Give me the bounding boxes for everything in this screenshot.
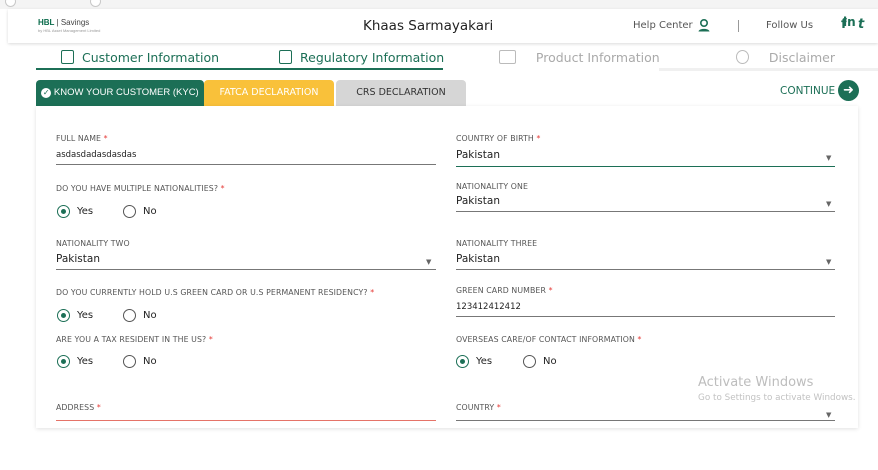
- country-select[interactable]: [456, 406, 816, 418]
- address-input[interactable]: [56, 406, 436, 418]
- nationality-one-label: NATIONALITY ONE: [456, 182, 528, 191]
- chevron-down-icon[interactable]: ▼: [826, 154, 831, 162]
- tab-product-information[interactable]: Product Information: [499, 44, 679, 69]
- green-card-number-underline: [456, 316, 835, 317]
- tax-resident-yes-radio[interactable]: [57, 355, 70, 368]
- green-card-no-radio[interactable]: [123, 309, 136, 322]
- green-card-number-input[interactable]: 123412412412: [456, 302, 521, 312]
- full-name-underline: [56, 164, 436, 165]
- nationality-three-underline: [456, 269, 835, 270]
- country-of-birth-select[interactable]: Pakistan: [456, 149, 500, 161]
- chevron-down-icon[interactable]: ▼: [826, 200, 831, 208]
- full-name-input[interactable]: asdasdadasdasdas: [56, 150, 136, 160]
- full-name-label: FULL NAME *: [56, 134, 108, 143]
- nationality-two-underline: [56, 269, 436, 270]
- chevron-down-icon[interactable]: ▼: [426, 258, 431, 266]
- country-underline: [456, 420, 835, 421]
- info-icon: [736, 50, 749, 64]
- nationality-one-underline: [456, 211, 835, 212]
- nationality-two-select[interactable]: Pakistan: [56, 253, 100, 265]
- arrow-right-icon: ➜: [843, 83, 854, 98]
- multiple-nationalities-no-radio[interactable]: [123, 205, 136, 218]
- radio-no-label: No: [143, 310, 157, 321]
- app-title: Khaas Sarmayakari: [363, 18, 494, 34]
- tax-resident-label: ARE YOU A TAX RESIDENT IN THE US? *: [56, 335, 213, 344]
- country-of-birth-label: COUNTRY OF BIRTH *: [456, 134, 541, 143]
- address-underline: [56, 420, 436, 421]
- check-circle-icon: ✓: [41, 88, 52, 98]
- subtab-crs[interactable]: CRS DECLARATION: [336, 80, 466, 106]
- multiple-nationalities-yes-radio[interactable]: [57, 205, 70, 218]
- nationality-three-select[interactable]: Pakistan: [456, 253, 500, 265]
- header-divider: [738, 20, 739, 32]
- continue-arrow-button[interactable]: ➜: [838, 80, 859, 101]
- support-agent-icon[interactable]: [697, 18, 711, 32]
- app-header: HBL | Savings by HBL Asset Management Li…: [8, 9, 878, 43]
- id-card-icon: [499, 50, 516, 64]
- overseas-contact-no-radio[interactable]: [523, 355, 536, 368]
- nationality-three-label: NATIONALITY THREE: [456, 239, 538, 248]
- window-control-icon[interactable]: [90, 0, 101, 7]
- overseas-contact-label: OVERSEAS CARE/OF CONTACT INFORMATION *: [456, 335, 642, 344]
- radio-yes-label: Yes: [77, 206, 94, 217]
- continue-label[interactable]: CONTINUE: [780, 85, 835, 97]
- overseas-contact-yes-radio[interactable]: [456, 355, 469, 368]
- green-card-number-label: GREEN CARD NUMBER *: [456, 286, 553, 295]
- tab-customer-information[interactable]: Customer Information: [61, 44, 271, 69]
- subtab-fatca[interactable]: FATCA DECLARATION: [204, 80, 334, 106]
- clipboard-icon: [61, 50, 74, 64]
- nationality-two-label: NATIONALITY TWO: [56, 239, 130, 248]
- main-step-tabs: Customer Information Regulatory Informat…: [36, 44, 878, 71]
- follow-us-label: Follow Us: [766, 20, 814, 31]
- browser-top-strip: [0, 0, 878, 9]
- chevron-down-icon[interactable]: ▼: [826, 411, 831, 419]
- radio-yes-label: Yes: [77, 310, 94, 321]
- tab-regulatory-information[interactable]: Regulatory Information: [279, 44, 459, 69]
- nationality-one-select[interactable]: Pakistan: [456, 195, 500, 207]
- multiple-nationalities-label: DO YOU HAVE MULTIPLE NATIONALITIES? *: [56, 184, 225, 193]
- radio-no-label: No: [143, 206, 157, 217]
- window-control-icon[interactable]: [5, 0, 16, 7]
- radio-no-label: No: [543, 356, 557, 367]
- subtab-kyc[interactable]: ✓ KNOW YOUR CUSTOMER (KYC): [36, 80, 204, 106]
- chevron-down-icon[interactable]: ▼: [826, 258, 831, 266]
- green-card-yes-radio[interactable]: [57, 309, 70, 322]
- radio-no-label: No: [143, 356, 157, 367]
- activate-windows-subtitle: Go to Settings to activate Windows.: [698, 393, 856, 403]
- country-of-birth-underline: [456, 166, 835, 167]
- hbl-savings-logo[interactable]: HBL | Savings by HBL Asset Management Li…: [38, 18, 100, 33]
- tab-shadow-bar: [659, 68, 878, 71]
- radio-yes-label: Yes: [77, 356, 94, 367]
- document-icon: [279, 50, 292, 64]
- help-center-link[interactable]: Help Center: [633, 20, 693, 31]
- green-card-label: DO YOU CURRENTLY HOLD U.S GREEN CARD OR …: [56, 288, 375, 297]
- linkedin-icon[interactable]: in: [843, 15, 856, 29]
- tax-resident-no-radio[interactable]: [123, 355, 136, 368]
- twitter-icon[interactable]: t: [858, 17, 864, 32]
- radio-yes-label: Yes: [476, 356, 493, 367]
- activate-windows-title: Activate Windows: [698, 375, 814, 390]
- tab-disclaimer[interactable]: Disclaimer: [736, 44, 876, 69]
